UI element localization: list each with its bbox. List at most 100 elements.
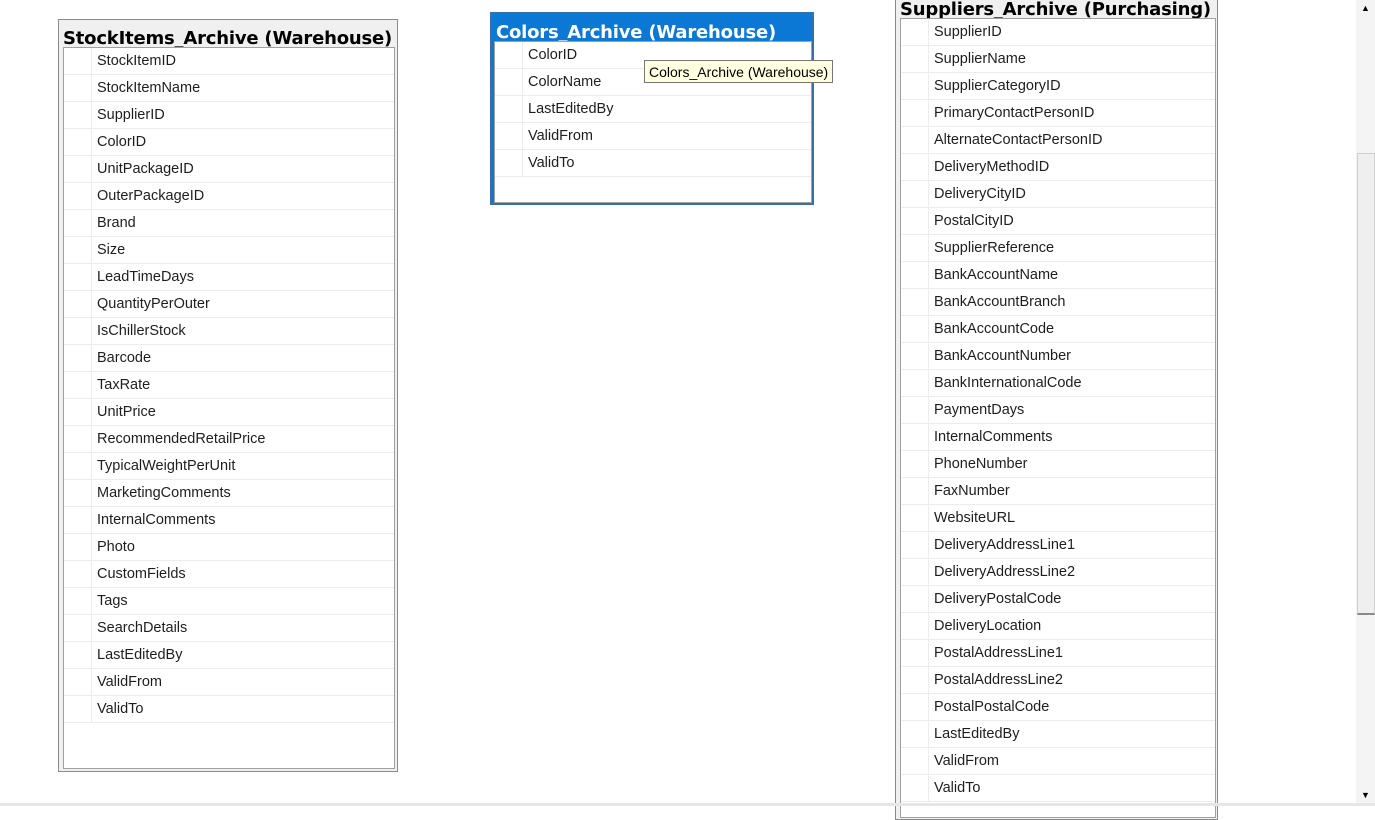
row-selector[interactable] xyxy=(901,316,929,342)
row-selector[interactable] xyxy=(901,208,929,234)
column-row[interactable]: AlternateContactPersonID xyxy=(901,127,1215,154)
row-selector[interactable] xyxy=(64,237,92,263)
column-row[interactable]: BankInternationalCode xyxy=(901,370,1215,397)
row-selector[interactable] xyxy=(495,96,523,122)
column-row[interactable]: TypicalWeightPerUnit xyxy=(64,453,394,480)
column-row[interactable]: PostalAddressLine1 xyxy=(901,640,1215,667)
column-row[interactable]: TaxRate xyxy=(64,372,394,399)
row-selector[interactable] xyxy=(64,696,92,722)
row-selector[interactable] xyxy=(64,588,92,614)
column-row[interactable]: ColorID xyxy=(64,129,394,156)
row-selector[interactable] xyxy=(901,640,929,666)
row-selector[interactable] xyxy=(901,775,929,801)
row-selector[interactable] xyxy=(64,480,92,506)
row-selector[interactable] xyxy=(64,669,92,695)
column-row[interactable]: StockItemID xyxy=(64,48,394,75)
column-row[interactable]: LastEditedBy xyxy=(901,721,1215,748)
column-row[interactable]: PhoneNumber xyxy=(901,451,1215,478)
column-row[interactable]: SupplierReference xyxy=(901,235,1215,262)
column-row[interactable]: DeliveryAddressLine1 xyxy=(901,532,1215,559)
column-row[interactable]: SupplierID xyxy=(64,102,394,129)
column-row[interactable]: DeliveryPostalCode xyxy=(901,586,1215,613)
column-row[interactable]: BankAccountNumber xyxy=(901,343,1215,370)
column-row[interactable]: InternalComments xyxy=(901,424,1215,451)
row-selector[interactable] xyxy=(901,694,929,720)
row-selector[interactable] xyxy=(901,505,929,531)
column-row[interactable]: Photo xyxy=(64,534,394,561)
row-selector[interactable] xyxy=(901,289,929,315)
column-row[interactable]: LastEditedBy xyxy=(495,96,811,123)
row-selector[interactable] xyxy=(64,372,92,398)
row-selector[interactable] xyxy=(64,183,92,209)
row-selector[interactable] xyxy=(495,42,523,68)
table-title[interactable]: Colors_Archive (Warehouse) xyxy=(492,14,812,41)
row-selector[interactable] xyxy=(901,262,929,288)
row-selector[interactable] xyxy=(901,586,929,612)
column-row[interactable]: SupplierID xyxy=(901,19,1215,46)
row-selector[interactable] xyxy=(901,424,929,450)
column-row[interactable]: DeliveryCityID xyxy=(901,181,1215,208)
row-selector[interactable] xyxy=(64,615,92,641)
column-row[interactable]: Barcode xyxy=(64,345,394,372)
column-row[interactable]: MarketingComments xyxy=(64,480,394,507)
column-row[interactable]: PaymentDays xyxy=(901,397,1215,424)
column-row[interactable]: ValidTo xyxy=(64,696,394,723)
column-row[interactable]: QuantityPerOuter xyxy=(64,291,394,318)
column-row[interactable]: UnitPrice xyxy=(64,399,394,426)
row-selector[interactable] xyxy=(901,343,929,369)
scroll-down-icon[interactable]: ▼ xyxy=(1356,787,1375,803)
row-selector[interactable] xyxy=(64,129,92,155)
scroll-up-icon[interactable]: ▲ xyxy=(1356,0,1375,16)
column-row[interactable]: SupplierCategoryID xyxy=(901,73,1215,100)
table-suppliers-archive[interactable]: Suppliers_Archive (Purchasing) SupplierI… xyxy=(895,0,1218,820)
row-selector[interactable] xyxy=(64,453,92,479)
row-selector[interactable] xyxy=(64,642,92,668)
column-row[interactable]: LeadTimeDays xyxy=(64,264,394,291)
row-selector[interactable] xyxy=(901,397,929,423)
row-selector[interactable] xyxy=(901,19,929,45)
row-selector[interactable] xyxy=(64,534,92,560)
column-row[interactable]: PostalCityID xyxy=(901,208,1215,235)
column-row[interactable]: Brand xyxy=(64,210,394,237)
column-row[interactable]: ValidFrom xyxy=(64,669,394,696)
row-selector[interactable] xyxy=(901,46,929,72)
row-selector[interactable] xyxy=(64,318,92,344)
column-row[interactable]: OuterPackageID xyxy=(64,183,394,210)
row-selector[interactable] xyxy=(901,154,929,180)
column-row[interactable]: CustomFields xyxy=(64,561,394,588)
column-row[interactable]: UnitPackageID xyxy=(64,156,394,183)
column-row[interactable]: InternalComments xyxy=(64,507,394,534)
column-row[interactable]: LastEditedBy xyxy=(64,642,394,669)
column-row[interactable]: Size xyxy=(64,237,394,264)
row-selector[interactable] xyxy=(64,48,92,74)
row-selector[interactable] xyxy=(64,426,92,452)
table-colors-archive[interactable]: Colors_Archive (Warehouse) ColorID ColorN… xyxy=(490,12,814,205)
column-row[interactable]: DeliveryAddressLine2 xyxy=(901,559,1215,586)
column-row[interactable]: PostalPostalCode xyxy=(901,694,1215,721)
row-selector[interactable] xyxy=(901,100,929,126)
column-row[interactable]: Tags xyxy=(64,588,394,615)
vertical-scrollbar[interactable]: ▲ ▼ xyxy=(1356,0,1375,806)
row-selector[interactable] xyxy=(901,181,929,207)
row-selector[interactable] xyxy=(901,73,929,99)
row-selector[interactable] xyxy=(64,507,92,533)
column-row[interactable]: ValidFrom xyxy=(901,748,1215,775)
column-row[interactable]: IsChillerStock xyxy=(64,318,394,345)
row-selector[interactable] xyxy=(64,345,92,371)
column-row[interactable]: BankAccountBranch xyxy=(901,289,1215,316)
row-selector[interactable] xyxy=(901,559,929,585)
column-row[interactable]: WebsiteURL xyxy=(901,505,1215,532)
row-selector[interactable] xyxy=(64,561,92,587)
column-row[interactable]: ValidFrom xyxy=(495,123,811,150)
row-selector[interactable] xyxy=(901,451,929,477)
row-selector[interactable] xyxy=(495,150,523,176)
column-row[interactable]: PrimaryContactPersonID xyxy=(901,100,1215,127)
row-selector[interactable] xyxy=(901,235,929,261)
row-selector[interactable] xyxy=(64,75,92,101)
column-row[interactable]: DeliveryLocation xyxy=(901,613,1215,640)
row-selector[interactable] xyxy=(901,370,929,396)
column-row[interactable]: BankAccountName xyxy=(901,262,1215,289)
column-row[interactable]: PostalAddressLine2 xyxy=(901,667,1215,694)
row-selector[interactable] xyxy=(64,210,92,236)
row-selector[interactable] xyxy=(901,721,929,747)
